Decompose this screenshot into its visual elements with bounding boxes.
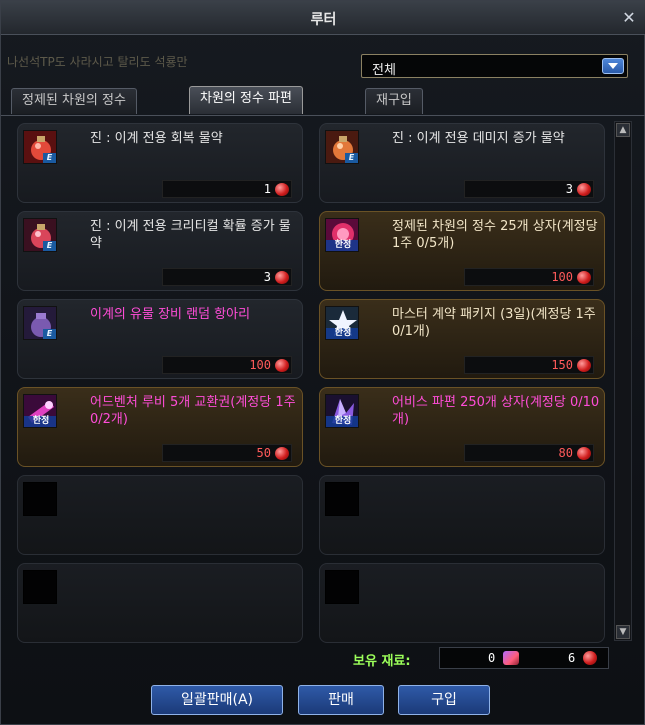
close-icon[interactable]: ✕ xyxy=(620,9,638,27)
item-name: 어비스 파편 250개 상자(계정당 0/10개) xyxy=(392,395,600,427)
currency-gem-icon xyxy=(275,271,289,284)
currency-gem-icon xyxy=(577,271,591,284)
shop-item[interactable]: 한정 어비스 파편 250개 상자(계정당 0/10개) 80 xyxy=(319,387,605,467)
shop-item[interactable]: 한정 마스터 계약 패키지 (3일)(계정당 1주 0/1개) 150 xyxy=(319,299,605,379)
scroll-up-icon[interactable]: ▲ xyxy=(616,123,630,137)
shop-item[interactable]: E 진 : 이계 전용 데미지 증가 물약 3 xyxy=(319,123,605,203)
item-name: 이계의 유물 장비 랜덤 항아리 xyxy=(90,307,251,322)
badge-epic: E xyxy=(345,153,358,163)
price-bar: 1 xyxy=(162,180,292,198)
item-price: 100 xyxy=(551,270,573,284)
held-materials-label: 보유 재료: xyxy=(353,654,411,669)
empty-slot xyxy=(319,563,605,643)
currency-gem-icon xyxy=(577,447,591,460)
item-price: 80 xyxy=(558,446,573,460)
price-bar: 80 xyxy=(464,444,594,462)
price-bar: 3 xyxy=(464,180,594,198)
badge-limited: 한정 xyxy=(326,240,358,251)
window-title: 루터 xyxy=(310,12,337,28)
shop-item[interactable]: E 진 : 이계 전용 회복 물약 1 xyxy=(17,123,303,203)
price-bar: 100 xyxy=(464,268,594,286)
sell-all-button[interactable]: 일괄판매(A) xyxy=(151,685,283,715)
empty-icon-slot xyxy=(325,482,359,516)
held-material-count-1: 0 xyxy=(488,651,496,665)
held-materials: 보유 재료: 0 6 xyxy=(351,647,611,669)
empty-icon-slot xyxy=(325,570,359,604)
item-price: 3 xyxy=(263,270,271,284)
price-bar: 3 xyxy=(162,268,292,286)
chevron-down-icon[interactable] xyxy=(602,58,624,74)
item-list-scrollbar[interactable]: ▲ ▼ xyxy=(614,121,632,641)
currency-gem-icon xyxy=(577,183,591,196)
item-name: 마스터 계약 패키지 (3일)(계정당 1주 0/1개) xyxy=(392,307,596,339)
currency-gem-icon xyxy=(577,359,591,372)
item-price: 3 xyxy=(565,182,573,196)
item-name: 진 : 이계 전용 회복 물약 xyxy=(90,131,223,146)
buy-button[interactable]: 구입 xyxy=(398,685,490,715)
title-bar[interactable]: 루터 ✕ xyxy=(1,1,645,35)
price-bar: 100 xyxy=(162,356,292,374)
badge-limited: 한정 xyxy=(24,416,56,427)
shop-item[interactable]: E 진 : 이계 전용 크리티컬 확률 증가 물약 3 xyxy=(17,211,303,291)
filter-dropdown[interactable]: 전체 xyxy=(361,54,628,78)
ruby-ticket-icon: 한정 xyxy=(23,394,57,428)
looter-window: 루터 ✕ 나선석TP도 사라시고 탈리도 석룡만 전체 정제된 차원의 정수 차… xyxy=(0,0,645,725)
empty-slot xyxy=(319,475,605,555)
currency-gem-icon xyxy=(275,359,289,372)
held-material-count-2: 6 xyxy=(568,651,576,665)
held-materials-box: 0 6 xyxy=(439,647,609,669)
item-price: 100 xyxy=(249,358,271,372)
shop-item[interactable]: 한정 어드벤처 루비 5개 교환권(계정당 1주 0/2개) 50 xyxy=(17,387,303,467)
item-price: 50 xyxy=(256,446,271,460)
tab-bar: 정제된 차원의 정수 차원의 정수 파편 재구입 xyxy=(1,86,645,116)
essence-box-icon: 한정 xyxy=(325,218,359,252)
empty-icon-slot xyxy=(23,482,57,516)
item-name: 진 : 이계 전용 데미지 증가 물약 xyxy=(392,131,565,146)
tab-divider xyxy=(1,115,645,116)
tab-essence-shard[interactable]: 차원의 정수 파편 xyxy=(189,86,303,114)
item-name: 정제된 차원의 정수 25개 상자(계정당 1주 0/5개) xyxy=(392,219,598,251)
potion-icon: E xyxy=(23,130,57,164)
shop-item[interactable]: 한정 정제된 차원의 정수 25개 상자(계정당 1주 0/5개) 100 xyxy=(319,211,605,291)
empty-slot xyxy=(17,475,303,555)
badge-epic: E xyxy=(43,241,56,251)
sell-button[interactable]: 판매 xyxy=(298,685,384,715)
badge-epic: E xyxy=(43,329,56,339)
refined-essence-icon xyxy=(503,651,519,665)
item-name: 어드벤처 루비 5개 교환권(계정당 1주 0/2개) xyxy=(90,395,296,427)
background-text: 나선석TP도 사라시고 탈리도 석룡만 xyxy=(7,55,188,69)
item-price: 150 xyxy=(551,358,573,372)
abyss-shard-icon: 한정 xyxy=(325,394,359,428)
potion-icon: E xyxy=(325,130,359,164)
tab-rebuy[interactable]: 재구입 xyxy=(365,88,423,114)
price-bar: 50 xyxy=(162,444,292,462)
essence-shard-icon xyxy=(583,651,597,665)
empty-slot xyxy=(17,563,303,643)
jar-icon: E xyxy=(23,306,57,340)
potion-icon: E xyxy=(23,218,57,252)
badge-limited: 한정 xyxy=(326,328,358,339)
contract-icon: 한정 xyxy=(325,306,359,340)
scroll-down-icon[interactable]: ▼ xyxy=(616,625,630,639)
item-name: 진 : 이계 전용 크리티컬 확률 증가 물약 xyxy=(90,219,291,251)
filter-selected-value: 전체 xyxy=(372,63,396,78)
shop-item[interactable]: E 이계의 유물 장비 랜덤 항아리 100 xyxy=(17,299,303,379)
currency-gem-icon xyxy=(275,183,289,196)
price-bar: 150 xyxy=(464,356,594,374)
tab-refined-essence[interactable]: 정제된 차원의 정수 xyxy=(11,88,137,114)
empty-icon-slot xyxy=(23,570,57,604)
currency-gem-icon xyxy=(275,447,289,460)
badge-limited: 한정 xyxy=(326,416,358,427)
badge-epic: E xyxy=(43,153,56,163)
item-price: 1 xyxy=(263,182,271,196)
